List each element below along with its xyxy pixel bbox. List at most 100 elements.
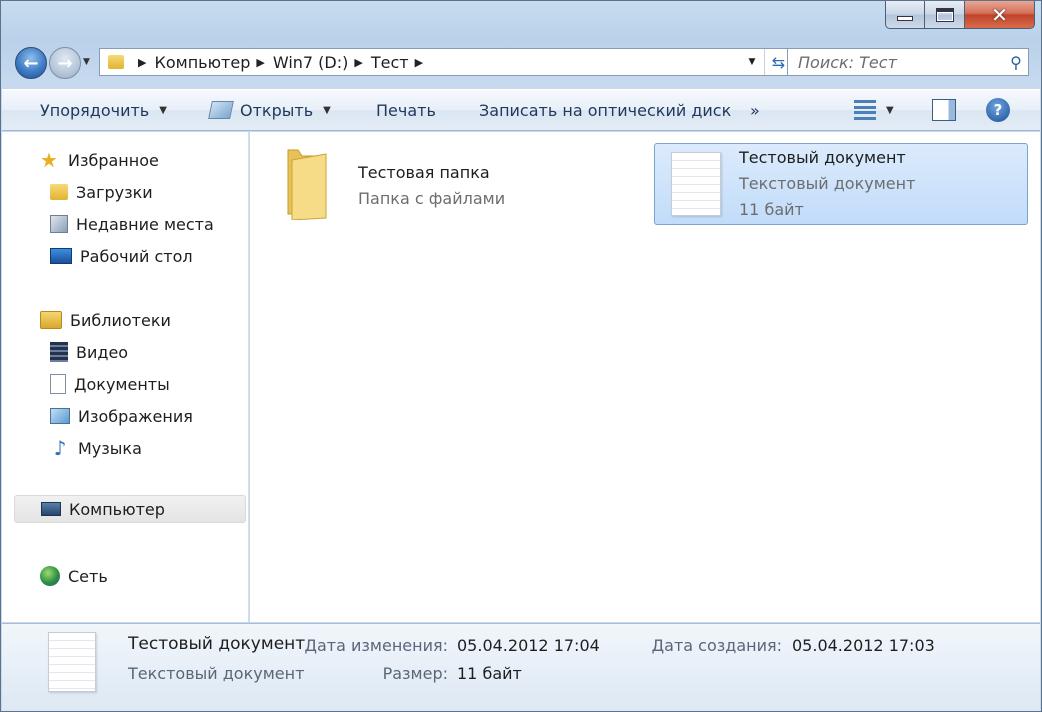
- sidebar-item-libraries[interactable]: Библиотеки: [40, 306, 171, 334]
- folder-icon: [284, 148, 328, 221]
- file-type: Папка с файлами: [358, 189, 506, 208]
- organize-label: Упорядочить: [40, 100, 150, 120]
- sidebar-item-computer[interactable]: Компьютер: [14, 495, 246, 523]
- notepad-icon: [208, 101, 234, 119]
- address-bar[interactable]: ▶ Компьютер ▶ Win7 (D:) ▶ Тест ▶ ▼ ⇆: [99, 48, 793, 76]
- caption-buttons: ✕: [885, 1, 1035, 29]
- search-box[interactable]: ⚲: [787, 48, 1029, 76]
- explorer-window: ✕ ← → ▼ ▶ Компьютер ▶ Win7 (D:) ▶ Тест ▶…: [0, 0, 1042, 712]
- details-pane: Тестовый документ Текстовый документ Дат…: [2, 623, 1040, 711]
- breadcrumb-arrow-icon[interactable]: ▶: [354, 56, 362, 69]
- burn-label: Записать на оптический диск: [479, 100, 732, 120]
- sidebar-item-recent-places[interactable]: Недавние места: [50, 210, 214, 238]
- file-item-folder[interactable]: Тестовая папка Папка с файлами: [278, 140, 638, 222]
- dropdown-caret-icon: ▼: [886, 104, 894, 116]
- burn-button[interactable]: Записать на оптический диск: [479, 90, 731, 130]
- size-label: Размер:: [382, 664, 448, 683]
- video-icon: [50, 342, 68, 362]
- help-icon: ?: [986, 98, 1010, 122]
- file-size: 11 байт: [739, 200, 804, 219]
- recent-places-icon: [50, 215, 68, 233]
- size-value: 11 байт: [457, 664, 522, 683]
- more-commands-button[interactable]: »: [750, 90, 760, 130]
- help-button[interactable]: ?: [986, 90, 1010, 130]
- file-name: Тестовый документ: [739, 148, 906, 167]
- sidebar-item-documents[interactable]: Документы: [50, 370, 170, 398]
- modified-label: Дата изменения:: [304, 636, 448, 655]
- created-value: 05.04.2012 17:03: [792, 636, 935, 655]
- breadcrumb-arrow-icon[interactable]: ▶: [415, 56, 423, 69]
- sidebar-item-downloads[interactable]: Загрузки: [50, 178, 153, 206]
- modified-value: 05.04.2012 17:04: [457, 636, 600, 655]
- sidebar-item-label: Избранное: [68, 150, 159, 170]
- file-item-text: Тестовый документ Текстовый документ 11 …: [739, 144, 915, 224]
- search-icon[interactable]: ⚲: [1004, 53, 1028, 72]
- sidebar-item-desktop[interactable]: Рабочий стол: [50, 242, 193, 270]
- sidebar-item-music[interactable]: ♪ Музыка: [50, 434, 142, 462]
- address-dropdown-icon[interactable]: ▼: [742, 49, 762, 75]
- back-button[interactable]: ←: [15, 47, 47, 79]
- breadcrumb-arrow-icon[interactable]: ▶: [138, 56, 146, 69]
- dropdown-caret-icon: ▼: [159, 104, 167, 116]
- sidebar-item-label: Сеть: [68, 566, 108, 586]
- more-label: »: [750, 100, 760, 120]
- organize-button[interactable]: Упорядочить ▼: [40, 90, 167, 130]
- print-label: Печать: [376, 100, 436, 120]
- forward-button[interactable]: →: [49, 47, 81, 79]
- sidebar-item-label: Библиотеки: [70, 310, 171, 330]
- minimize-icon: [897, 16, 913, 21]
- sidebar-item-label: Загрузки: [76, 182, 153, 202]
- close-icon: ✕: [991, 2, 1008, 27]
- view-list-icon: [854, 100, 876, 120]
- maximize-button[interactable]: [925, 1, 965, 29]
- sidebar-item-label: Видео: [76, 342, 129, 362]
- sidebar-item-network[interactable]: Сеть: [40, 562, 108, 590]
- details-file-name: Тестовый документ: [128, 634, 306, 654]
- breadcrumb-computer[interactable]: Компьютер: [154, 53, 250, 72]
- file-type: Текстовый документ: [739, 174, 916, 193]
- network-globe-icon: [40, 566, 60, 586]
- breadcrumb-drive[interactable]: Win7 (D:): [273, 53, 349, 72]
- sidebar-item-label: Документы: [74, 374, 170, 394]
- sidebar-item-video[interactable]: Видео: [50, 338, 128, 366]
- close-button[interactable]: ✕: [965, 1, 1035, 29]
- arrow-right-icon: →: [57, 52, 73, 74]
- file-item-text: Тестовая папка Папка с файлами: [358, 150, 505, 222]
- sidebar-item-label: Изображения: [78, 406, 193, 426]
- sidebar-item-label: Недавние места: [76, 214, 214, 234]
- history-dropdown[interactable]: ▼: [83, 57, 90, 67]
- dropdown-caret-icon: ▼: [323, 104, 331, 116]
- search-input[interactable]: [788, 50, 1004, 74]
- maximize-icon: [935, 7, 954, 22]
- sidebar-item-label: Рабочий стол: [80, 246, 193, 266]
- open-label: Открыть: [240, 100, 314, 120]
- open-button[interactable]: Открыть ▼: [208, 90, 331, 130]
- sidebar-item-label: Музыка: [78, 438, 142, 458]
- text-document-icon: [48, 632, 96, 692]
- breadcrumb-folder[interactable]: Тест: [371, 53, 409, 72]
- details-file-type: Текстовый документ: [128, 664, 305, 683]
- downloads-folder-icon: [50, 184, 68, 200]
- pictures-icon: [50, 408, 70, 424]
- created-label: Дата создания:: [651, 636, 782, 655]
- documents-icon: [50, 374, 66, 394]
- sidebar-item-pictures[interactable]: Изображения: [50, 402, 193, 430]
- preview-pane-icon: [932, 99, 956, 121]
- desktop-icon: [50, 248, 72, 264]
- breadcrumb-arrow-icon[interactable]: ▶: [256, 56, 264, 69]
- change-view-button[interactable]: ▼: [854, 90, 894, 130]
- computer-icon: [41, 502, 61, 516]
- file-item-document[interactable]: Тестовый документ Текстовый документ 11 …: [654, 143, 1028, 225]
- print-button[interactable]: Печать: [376, 90, 436, 130]
- arrow-left-icon: ←: [23, 52, 39, 74]
- text-document-icon: [671, 152, 721, 216]
- music-note-icon: ♪: [53, 436, 67, 460]
- sidebar-item-label: Компьютер: [69, 499, 165, 519]
- preview-pane-button[interactable]: [932, 90, 956, 130]
- file-name: Тестовая папка: [358, 163, 490, 182]
- sidebar-item-favorites[interactable]: ★ Избранное: [40, 146, 159, 174]
- navigation-bar: ← → ▼ ▶ Компьютер ▶ Win7 (D:) ▶ Тест ▶ ▼…: [13, 43, 1029, 83]
- file-list: Тестовая папка Папка с файлами Тестовый …: [250, 132, 1040, 622]
- minimize-button[interactable]: [885, 1, 925, 29]
- folder-icon: [108, 55, 124, 69]
